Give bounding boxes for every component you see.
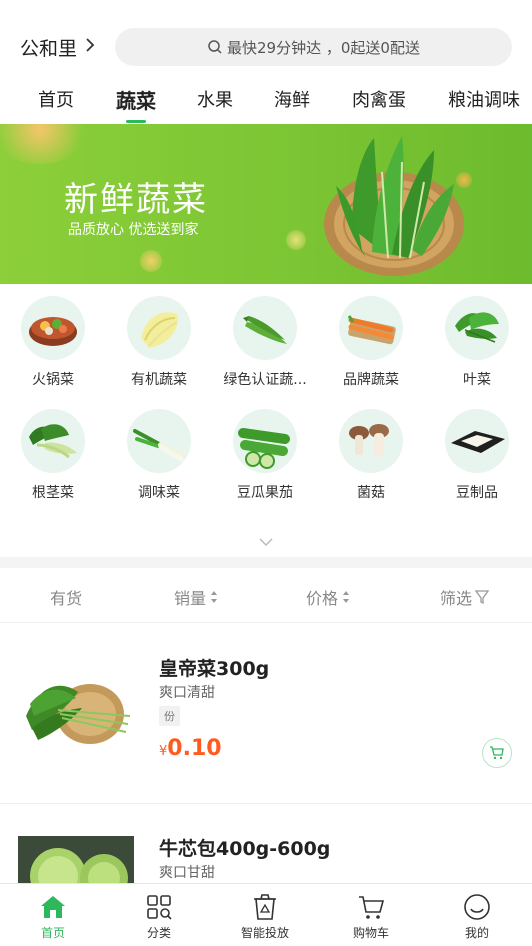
nav-cart[interactable]: 购物车 [318, 892, 424, 941]
add-to-cart-button[interactable] [482, 738, 512, 768]
category-item[interactable]: 火锅菜 [0, 296, 106, 389]
nav-label: 首页 [40, 926, 65, 940]
product-name: 皇帝菜300g [159, 658, 270, 680]
banner-bubble [140, 250, 162, 272]
row-separator [0, 803, 532, 804]
chevron-right-icon [85, 37, 95, 58]
search-bar[interactable]: 最快29分钟达 ，0起送0配送 [115, 28, 512, 66]
bottom-nav: 首页 分类 智能投放 购物车 我的 [0, 883, 532, 946]
leafy-greens-icon [445, 296, 509, 360]
bok-choy-icon [21, 409, 85, 473]
filter-label: 筛选 [440, 589, 473, 608]
tab-home[interactable]: 首页 [38, 86, 74, 112]
sort-sales-label: 销量 [174, 589, 207, 608]
tab-vegetables[interactable]: 蔬菜 [116, 85, 156, 114]
tab-fruit[interactable]: 水果 [197, 86, 233, 112]
nav-home[interactable]: 首页 [0, 892, 106, 941]
sort-in-stock-label: 有货 [50, 589, 83, 608]
search-icon [208, 40, 222, 54]
sort-by-sales[interactable]: 销量 [174, 585, 219, 609]
product-name: 牛芯包400g-600g [159, 838, 331, 860]
tofu-icon [445, 409, 509, 473]
nav-label: 分类 [146, 926, 171, 940]
okra-icon [233, 296, 297, 360]
category-item[interactable]: 根茎菜 [0, 409, 106, 502]
cucumber-icon [233, 409, 297, 473]
nav-label: 购物车 [352, 926, 389, 940]
sort-price-label: 价格 [306, 589, 339, 608]
cabbage-icon [127, 296, 191, 360]
section-divider [0, 557, 532, 568]
cart-icon [318, 892, 424, 922]
filter-icon [474, 590, 490, 605]
vegetable-basket-image [324, 136, 464, 276]
carrot-icon [339, 296, 403, 360]
sort-arrows-icon [343, 591, 350, 603]
product-image [18, 664, 134, 764]
banner-title: 新鲜蔬菜 [64, 180, 208, 220]
sort-in-stock[interactable]: 有货 [50, 585, 82, 609]
expand-categories-icon[interactable] [258, 532, 274, 551]
category-label: 有机蔬菜 [131, 372, 187, 388]
category-tabs: 首页 蔬菜 水果 海鲜 肉禽蛋 粮油调味 [0, 80, 532, 124]
scallion-icon [127, 409, 191, 473]
product-price: ¥0.10 [159, 736, 222, 761]
sort-by-price[interactable]: 价格 [306, 585, 351, 609]
category-label: 调味菜 [138, 485, 180, 501]
sort-bar: 有货 销量 价格 筛选 [0, 568, 532, 623]
category-label: 火锅菜 [32, 372, 74, 388]
category-item[interactable]: 菌菇 [318, 409, 424, 502]
location-selector[interactable]: 公和里 [20, 34, 95, 61]
nav-profile[interactable]: 我的 [424, 892, 530, 941]
category-item[interactable]: 豆瓜果茄 [212, 409, 318, 502]
category-item[interactable]: 品牌蔬菜 [318, 296, 424, 389]
category-label: 豆制品 [456, 485, 498, 501]
active-tab-indicator [126, 120, 146, 123]
product-description: 爽口清甜 [159, 685, 215, 701]
search-placeholder: 最快29分钟达 ，0起送0配送 [227, 38, 420, 57]
nav-smart-delivery[interactable]: 智能投放 [212, 892, 318, 941]
category-item[interactable]: 调味菜 [106, 409, 212, 502]
category-label: 豆瓜果茄 [237, 485, 293, 501]
mushroom-icon [339, 409, 403, 473]
header: 公和里 最快29分钟达 ，0起送0配送 [0, 0, 532, 76]
cart-icon [490, 746, 504, 760]
product-unit-tag: 份 [159, 706, 180, 726]
category-item[interactable]: 叶菜 [424, 296, 530, 389]
tab-grain-oil[interactable]: 粮油调味 [448, 86, 520, 112]
sort-arrows-icon [211, 591, 218, 603]
category-label: 菌菇 [357, 485, 385, 501]
category-item[interactable]: 绿色认证蔬... [212, 296, 318, 389]
recycle-bin-icon [212, 892, 318, 922]
nav-label: 智能投放 [240, 926, 289, 940]
hotpot-icon [21, 296, 85, 360]
banner-subtitle: 品质放心 优选送到家 [68, 222, 199, 238]
banner-bubble [286, 230, 306, 250]
promo-banner[interactable]: 新鲜蔬菜 品质放心 优选送到家 [0, 124, 532, 284]
banner-glow [0, 124, 90, 164]
location-label: 公和里 [20, 38, 78, 60]
tab-meat-eggs[interactable]: 肉禽蛋 [352, 86, 406, 112]
product-image [18, 836, 134, 884]
nav-category[interactable]: 分类 [106, 892, 212, 941]
profile-icon [424, 892, 530, 922]
home-icon [0, 892, 106, 922]
category-label: 品牌蔬菜 [343, 372, 399, 388]
tab-seafood[interactable]: 海鲜 [274, 86, 310, 112]
price-value: 0.10 [167, 736, 222, 761]
category-item[interactable]: 有机蔬菜 [106, 296, 212, 389]
category-label: 叶菜 [463, 372, 491, 388]
category-grid-icon [106, 892, 212, 922]
category-item[interactable]: 豆制品 [424, 409, 530, 502]
app-screen: 公和里 最快29分钟达 ，0起送0配送 首页 蔬菜 水果 海鲜 肉禽蛋 粮油调味… [0, 0, 532, 946]
category-label: 根茎菜 [32, 485, 74, 501]
filter-button[interactable]: 筛选 [440, 585, 490, 609]
category-label: 绿色认证蔬... [223, 372, 307, 388]
product-description: 爽口甘甜 [159, 865, 215, 881]
nav-label: 我的 [464, 926, 489, 940]
